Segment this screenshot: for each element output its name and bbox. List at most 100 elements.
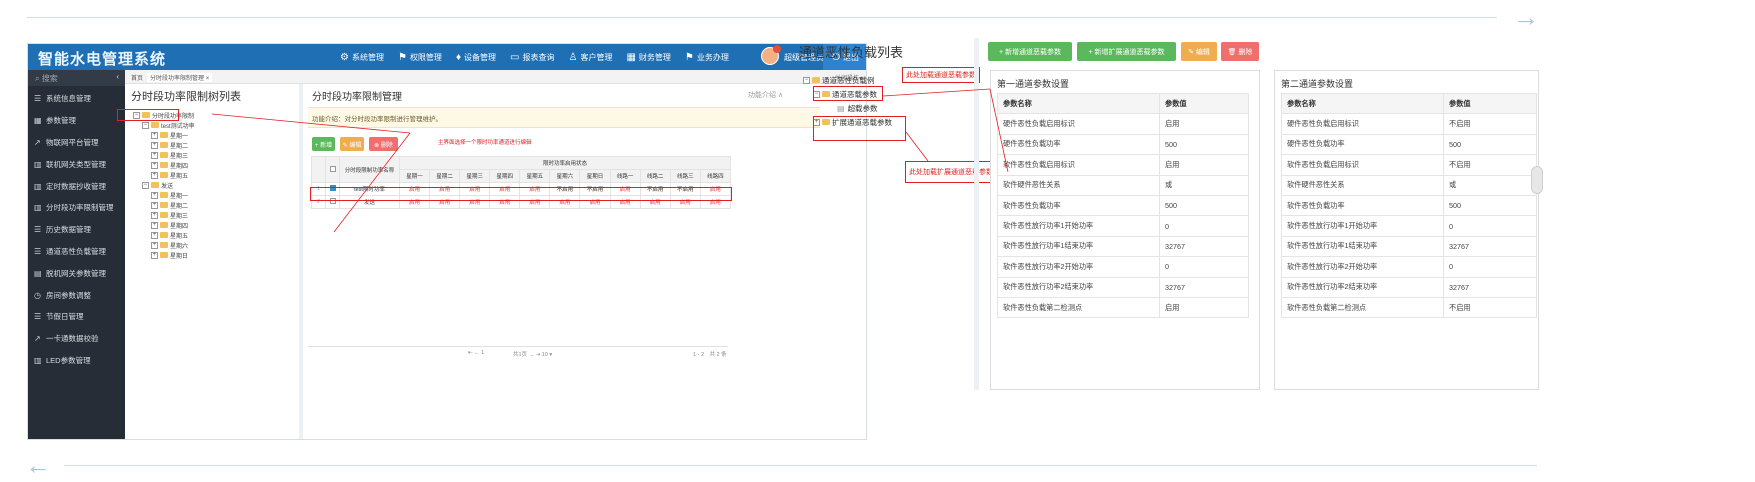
tree-node-day[interactable]: + 星期二: [133, 200, 195, 210]
table-row[interactable]: 软件硬件恶性关系或: [1281, 174, 1537, 196]
nav-item-3[interactable]: ▭ 报表查询: [503, 44, 561, 70]
header-checkbox-cell[interactable]: [325, 156, 340, 183]
sidebar-item-5[interactable]: ▥ 分时段功率限制管理: [28, 197, 125, 219]
tree-node-root[interactable]: − 通道恶性负载例: [803, 73, 892, 87]
table-row[interactable]: 硬件恶性负载启用标识 不启用: [1281, 113, 1537, 135]
table-row[interactable]: 软件恶性负载启用标识 启用: [997, 154, 1249, 176]
sidebar-menu: ☰ 系统信息管理 ▦ 参数管理 ↗ 物联网平台管理 ▥ 联机网关类型管理 ▥ 定时数据抄收管理 ▥ 分…: [28, 88, 125, 371]
expand-icon[interactable]: +: [151, 251, 158, 259]
sidebar-search-input[interactable]: ⌕ 搜索 ‹: [28, 70, 125, 86]
sidebar-item-7[interactable]: ☰ 通道恶性负载管理: [28, 241, 125, 263]
tree-node-overload-params[interactable]: ▤ 超载参数: [803, 101, 892, 115]
table-row[interactable]: 软件恶性放行功率1结束功率 32767: [1281, 235, 1537, 258]
help-toggle[interactable]: 功能介绍 ∧: [748, 90, 783, 100]
tree-node-day[interactable]: + 星期四: [133, 220, 195, 230]
sidebar-item-3[interactable]: ▥ 联机网关类型管理: [28, 153, 125, 175]
expand-icon[interactable]: +: [151, 161, 158, 169]
channel-toolbar-button-0[interactable]: + 新增通道恶载参数: [988, 42, 1072, 61]
collapse-icon[interactable]: −: [803, 76, 810, 84]
expand-icon[interactable]: +: [151, 241, 158, 249]
sidebar-item-8[interactable]: ▤ 脱机网关参数管理: [28, 262, 125, 284]
tree-node-day[interactable]: + 星期五: [133, 230, 195, 240]
collapse-icon[interactable]: −: [142, 181, 149, 189]
add-button[interactable]: + 新增: [312, 137, 335, 151]
arrow-right-icon[interactable]: →: [1513, 4, 1539, 30]
close-icon[interactable]: ×: [206, 76, 210, 82]
list-icon: ☰: [34, 246, 42, 256]
table-row[interactable]: 硬件恶性负载功率 500: [1281, 133, 1537, 156]
collapse-icon[interactable]: −: [142, 121, 149, 129]
tree-node-day[interactable]: + 星期日: [133, 250, 195, 260]
table-row[interactable]: 软件恶性负载功率 500: [1281, 194, 1537, 217]
sidebar-item-1[interactable]: ▦ 参数管理: [28, 110, 125, 132]
arrow-left-icon[interactable]: ←: [25, 452, 51, 478]
table-row[interactable]: 软件恶性放行功率1结束功率 32767: [997, 235, 1249, 258]
tab-current[interactable]: 分时段功率限制管理 ×: [147, 73, 213, 82]
table-row[interactable]: 软件恶性放行功率2结束功率 32767: [997, 276, 1249, 298]
delete-button[interactable]: ⊗ 删除: [369, 137, 398, 151]
tree-node-day[interactable]: + 星期六: [133, 240, 195, 250]
tree-node-label: test测试功率: [161, 123, 195, 130]
nav-item-0[interactable]: ⚙ 系统管理: [333, 44, 391, 70]
sidebar-item-11[interactable]: ↗ 一卡通数据校验: [28, 328, 125, 350]
sidebar-item-10[interactable]: ☰ 节假日管理: [28, 306, 125, 328]
pager-nav[interactable]: ⇤ ← 1: [468, 350, 484, 356]
tree-node-label: 星期一: [170, 193, 189, 200]
table-row[interactable]: 软件恶性放行功率2开始功率 0: [1281, 256, 1537, 278]
expand-icon[interactable]: +: [151, 141, 158, 149]
expand-icon[interactable]: +: [151, 191, 158, 199]
table-row[interactable]: 软件恶性放行功率2结束功率 32767: [1281, 276, 1537, 298]
sidebar-item-12[interactable]: ▥ LED参数管理: [28, 350, 125, 372]
table-row[interactable]: 软件恶性负载启用标识 不启用: [1281, 154, 1537, 176]
edit-button[interactable]: ✎ 编辑: [340, 137, 364, 151]
table-row[interactable]: 硬件恶性负载功率 500: [997, 133, 1249, 156]
table-row[interactable]: 软件恶性负载功率 500: [997, 194, 1249, 217]
sidebar-item-4[interactable]: ▥ 定时数据抄收管理: [28, 175, 125, 197]
tree-node-day[interactable]: + 星期四: [133, 160, 195, 170]
param-table: 参数名称 参数值 硬件恶性负载启用标识 不启用 硬件恶性负载功率 500 软件恶性负载启用标…: [1281, 92, 1537, 319]
sidebar-item-6[interactable]: ☰ 历史数据管理: [28, 219, 125, 241]
param-name: 硬件恶性负载功率: [1281, 133, 1444, 156]
table-row[interactable]: 硬件恶性负载启用标识 启用: [997, 113, 1249, 135]
expand-icon[interactable]: +: [151, 151, 158, 159]
scroll-handle[interactable]: [1531, 166, 1543, 194]
expand-icon[interactable]: +: [151, 131, 158, 139]
nav-item-5[interactable]: ▦ 财务管理: [619, 44, 677, 70]
tree-node-group-0[interactable]: − test测试功率: [133, 120, 195, 130]
table-row[interactable]: 软件恶性放行功率2开始功率 0: [997, 256, 1249, 278]
collapse-chevron-icon[interactable]: ‹: [116, 72, 119, 81]
tree-node-day[interactable]: + 星期一: [133, 130, 195, 140]
tree-node-day[interactable]: + 星期五: [133, 170, 195, 180]
channel-toolbar-button-2[interactable]: ✎ 编辑: [1181, 42, 1217, 61]
table-row[interactable]: 软件恶性负载第二检测点 启用: [997, 296, 1249, 319]
tree-node-day[interactable]: + 星期三: [133, 150, 195, 160]
tree-node-day[interactable]: + 星期三: [133, 210, 195, 220]
channel-toolbar-button-3[interactable]: 🗑 删除: [1221, 42, 1259, 61]
nav-item-1[interactable]: ⚑ 权限管理: [391, 44, 449, 70]
tree-node-day[interactable]: + 星期一: [133, 190, 195, 200]
nav-item-6[interactable]: ⚑ 业务办理: [678, 44, 736, 70]
table-row[interactable]: 软件恶性放行功率1开始功率 0: [1281, 215, 1537, 237]
nav-item-2[interactable]: ♦ 设备管理: [449, 44, 503, 70]
select-all-checkbox[interactable]: [329, 165, 336, 172]
table-row[interactable]: 软件恶性放行功率1开始功率 0: [997, 215, 1249, 237]
sidebar-item-0[interactable]: ☰ 系统信息管理: [28, 88, 125, 110]
sidebar-item-2[interactable]: ↗ 物联网平台管理: [28, 132, 125, 154]
tree-node-day[interactable]: + 星期二: [133, 140, 195, 150]
expand-icon[interactable]: +: [151, 171, 158, 179]
expand-icon[interactable]: +: [151, 201, 158, 209]
tree-node-group-1[interactable]: − 发送: [133, 180, 195, 190]
expand-icon[interactable]: +: [151, 221, 158, 229]
param-value: 32767: [1443, 276, 1537, 298]
expand-icon[interactable]: +: [151, 211, 158, 219]
annotation-edit: 主界面选择一个限时功率通道进行编辑: [438, 140, 532, 146]
expand-icon[interactable]: +: [151, 231, 158, 239]
table-row[interactable]: 软件恶性负载第二检测点 不启用: [1281, 296, 1537, 319]
tab-home[interactable]: 首页: [131, 73, 143, 82]
sidebar-item-9[interactable]: ◷ 房间参数调整: [28, 284, 125, 306]
nav-item-4[interactable]: ♙ 客户管理: [562, 44, 620, 70]
pager-page[interactable]: 共1页 → ⇥ 10 ▾: [513, 350, 552, 358]
table-row[interactable]: 软件硬件恶性关系或: [997, 174, 1249, 196]
bar-chart-icon: ▥: [34, 355, 42, 365]
channel-toolbar-button-1[interactable]: + 新增扩展通道恶载参数: [1077, 42, 1176, 61]
